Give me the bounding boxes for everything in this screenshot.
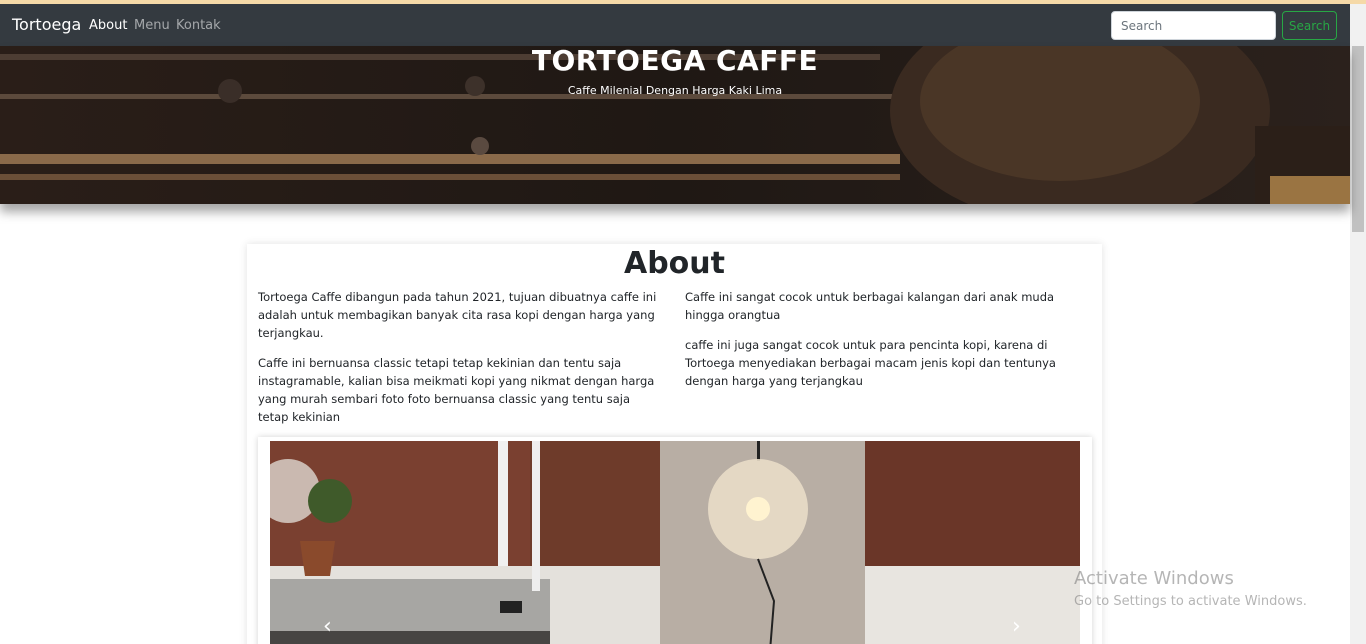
chevron-right-icon[interactable]: › — [1012, 616, 1021, 638]
about-paragraph: caffe ini juga sangat cocok untuk para p… — [685, 338, 1056, 388]
nav-link-about[interactable]: About — [89, 18, 127, 33]
scrollbar-thumb[interactable] — [1352, 46, 1364, 232]
about-title: About — [623, 246, 725, 281]
about-paragraph: Tortoega Caffe dibangun pada tahun 2021,… — [258, 290, 657, 340]
carousel-slide-image — [270, 441, 1080, 644]
hero-banner: TORTOEGA CAFFE Caffe Milenial Dengan Har… — [0, 46, 1350, 204]
search-button[interactable]: Search — [1282, 11, 1337, 40]
navbar-brand[interactable]: Tortoega — [12, 15, 81, 34]
hero-subtitle: Caffe Milenial Dengan Harga Kaki Lima — [567, 84, 783, 97]
about-column-right: Caffe ini sangat cocok untuk berbagai ka… — [685, 288, 1089, 402]
nav-link-menu[interactable]: Menu — [134, 18, 170, 33]
cafe-interior-image — [270, 441, 1080, 644]
about-column-left: Tortoega Caffe dibangun pada tahun 2021,… — [258, 288, 662, 438]
search-input[interactable] — [1111, 11, 1276, 40]
windows-activation-title: Activate Windows — [1074, 568, 1234, 589]
navbar: Tortoega About Menu Kontak Search — [0, 4, 1350, 46]
about-paragraph: Caffe ini sangat cocok untuk berbagai ka… — [685, 290, 1055, 322]
nav-link-kontak[interactable]: Kontak — [176, 18, 221, 33]
hero-title: TORTOEGA CAFFE — [531, 46, 819, 77]
chevron-left-icon[interactable]: ‹ — [323, 616, 332, 638]
about-paragraph: Caffe ini bernuansa classic tetapi tetap… — [258, 356, 655, 424]
windows-activation-subtitle: Go to Settings to activate Windows. — [1074, 594, 1307, 609]
